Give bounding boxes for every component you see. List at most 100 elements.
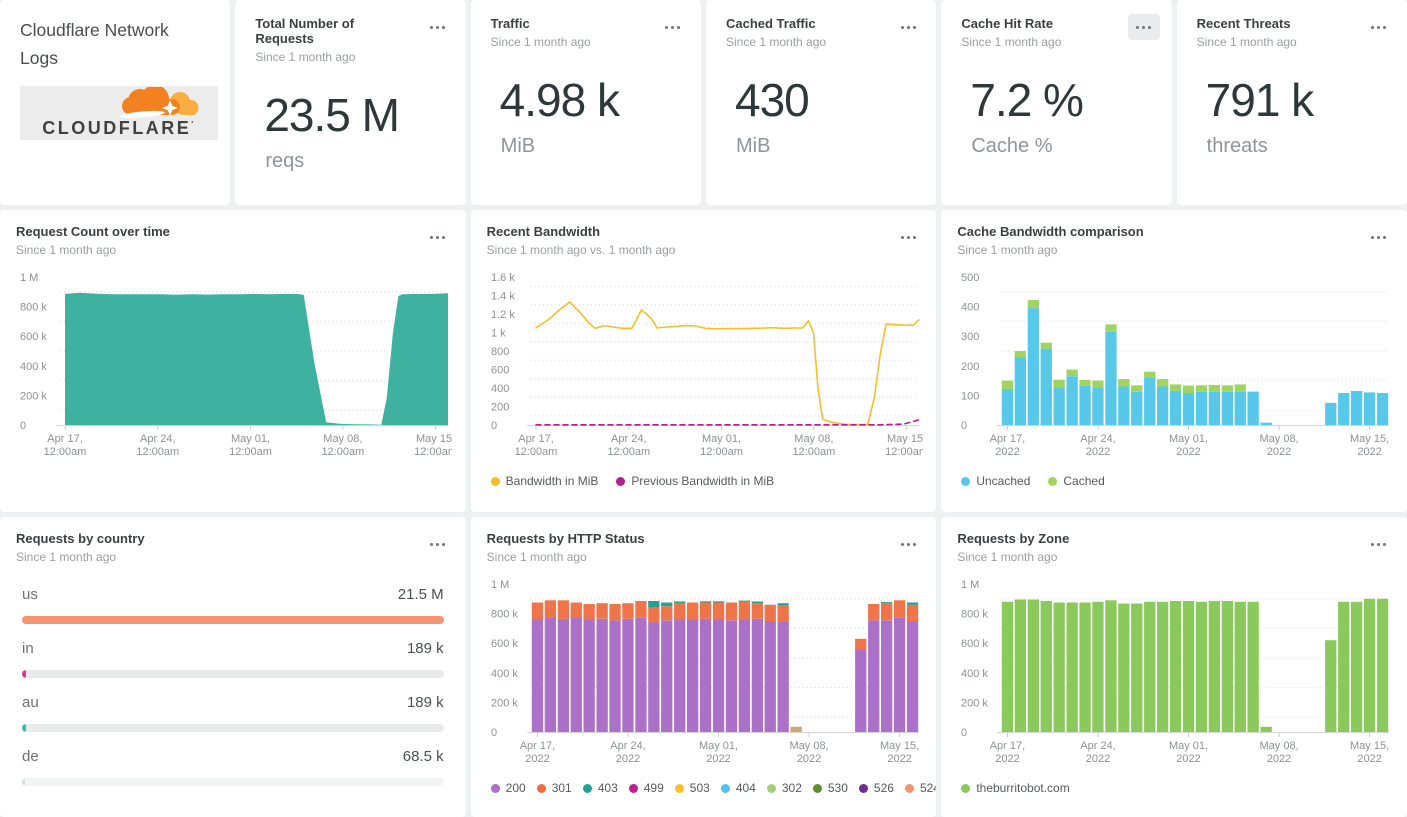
country-value: 189 k: [406, 640, 444, 657]
menu-button[interactable]: [422, 14, 454, 40]
requests-by-http-status-svg: 0200 k400 k600 k800 k1 MApr 17,2022Apr 2…: [491, 579, 919, 765]
svg-text:May 01,: May 01,: [231, 433, 270, 445]
country-bar-track: [22, 778, 444, 786]
legend-dot-icon: [812, 783, 822, 793]
cloudflare-cloud-icon: [119, 86, 199, 118]
svg-text:2022: 2022: [796, 753, 820, 765]
legend-dot-icon: [490, 476, 500, 486]
svg-text:May 08,: May 08,: [794, 433, 833, 445]
svg-text:1.6 k: 1.6 k: [491, 272, 515, 284]
menu-button[interactable]: [892, 14, 924, 40]
svg-text:2022: 2022: [996, 753, 1020, 765]
svg-text:400 k: 400 k: [961, 668, 988, 680]
page-title: Cloudflare Network Logs: [20, 20, 169, 69]
chart-title: Requests by country: [16, 531, 145, 546]
country-row-in: in 189 k: [22, 640, 444, 678]
stat-unit: Cache %: [971, 135, 1053, 157]
legend-item-bandwidth-in-mib[interactable]: Bandwidth in MiB: [490, 474, 598, 488]
legend-item-530[interactable]: 530: [812, 781, 848, 795]
svg-text:Apr 17,: Apr 17,: [990, 740, 1025, 752]
svg-text:May 15,: May 15,: [1350, 740, 1389, 752]
country-row-de: de 68.5 k: [22, 748, 444, 786]
svg-text:600: 600: [491, 365, 509, 377]
svg-text:12:00am: 12:00am: [514, 446, 557, 458]
legend-dot-icon: [628, 783, 638, 793]
menu-button[interactable]: [422, 224, 454, 250]
legend-item-uncached[interactable]: Uncached: [961, 474, 1030, 488]
legend-label: Previous Bandwidth in MiB: [631, 474, 775, 488]
legend-item-200[interactable]: 200: [490, 781, 526, 795]
legend-dot-icon: [961, 783, 971, 793]
chart-title: Requests by HTTP Status: [486, 531, 645, 546]
svg-text:2022: 2022: [1086, 753, 1110, 765]
legend-item-theburritobot-com[interactable]: theburritobot.com: [961, 781, 1070, 795]
recent-bandwidth-chart[interactable]: 0 200 400 600 800 1 k 1.2 k 1.4 k 1.6 k Apr 17, 12…: [487, 265, 928, 470]
country-label: us: [22, 586, 38, 603]
menu-button[interactable]: [892, 224, 924, 250]
legend-label: Uncached: [976, 474, 1031, 488]
svg-text:2022: 2022: [706, 753, 730, 765]
chart-card-request-count: Request Count over time Since 1 month ag…: [0, 210, 466, 512]
legend-item-404[interactable]: 404: [720, 781, 756, 795]
svg-text:100: 100: [961, 390, 979, 402]
legend-label: 524: [919, 781, 936, 795]
request-count-chart[interactable]: 0 200 k 400 k 600 k 800 k1 M Apr 17, 12:00am Ap…: [16, 265, 457, 470]
svg-text:1.2 k: 1.2 k: [491, 309, 515, 321]
svg-text:1 M: 1 M: [20, 272, 38, 284]
legend-item-503[interactable]: 503: [674, 781, 710, 795]
requests-by-zone-legend: theburritobot.com: [961, 781, 1391, 795]
brand-card: Cloudflare Network Logs CLOUDFLARE': [0, 0, 231, 205]
svg-text:Apr 24,: Apr 24,: [610, 740, 645, 752]
legend-item-cached[interactable]: Cached: [1048, 474, 1105, 488]
svg-text:500: 500: [961, 272, 979, 284]
country-row-us: us 21.5 M: [22, 586, 444, 624]
stat-subtitle: Since 1 month ago: [725, 35, 827, 49]
svg-text:2022: 2022: [1267, 753, 1291, 765]
svg-text:0: 0: [20, 420, 26, 432]
legend-item-526[interactable]: 526: [858, 781, 894, 795]
stat-value: 430: [734, 74, 810, 126]
svg-text:0: 0: [961, 420, 967, 432]
legend-item-499[interactable]: 499: [628, 781, 664, 795]
chart-subtitle: Since 1 month ago: [957, 243, 1058, 257]
menu-button[interactable]: [657, 14, 689, 40]
menu-button[interactable]: [1363, 14, 1395, 40]
menu-button[interactable]: [422, 531, 454, 557]
country-label: au: [22, 694, 39, 711]
stat-title: Cache Hit Rate: [961, 16, 1054, 31]
svg-text:800 k: 800 k: [491, 609, 518, 621]
svg-text:12:00am: 12:00am: [136, 446, 179, 458]
legend-dot-icon: [961, 476, 971, 486]
stat-title: Total Number of Requests: [255, 16, 355, 46]
cache-bandwidth-chart[interactable]: 0 100 200 300 400 500 Apr 17, 2022 Apr 24, 2022 Ma…: [957, 265, 1391, 470]
legend-dot-icon: [1048, 476, 1058, 486]
svg-text:May 01,: May 01,: [702, 433, 741, 445]
legend-item-524[interactable]: 524: [904, 781, 936, 795]
svg-text:2022: 2022: [1177, 446, 1201, 458]
menu-button[interactable]: [1363, 224, 1395, 250]
svg-text:May 08,: May 08,: [1260, 740, 1299, 752]
svg-text:300: 300: [961, 331, 979, 343]
menu-button[interactable]: [892, 531, 924, 557]
legend-item-403[interactable]: 403: [582, 781, 618, 795]
zone-chart[interactable]: 0 200 k 400 k 600 k 800 k1 M Apr 17, 2022 Apr 2…: [957, 572, 1391, 777]
legend-label: 503: [689, 781, 710, 795]
svg-text:600 k: 600 k: [961, 638, 988, 650]
svg-text:12:00am: 12:00am: [414, 446, 452, 458]
recent-bandwidth-legend: Bandwidth in MiB Previous Bandwidth in Mi…: [490, 474, 921, 488]
svg-text:May 08,: May 08,: [789, 740, 828, 752]
svg-text:1.4 k: 1.4 k: [491, 291, 515, 303]
http-status-chart[interactable]: 0 200 k 400 k 600 k 800 k1 M Apr 17, 2022 Apr 2…: [487, 572, 921, 777]
svg-text:May 01,: May 01,: [1169, 433, 1208, 445]
svg-text:2022: 2022: [1086, 446, 1110, 458]
legend-item-302[interactable]: 302: [766, 781, 802, 795]
menu-button[interactable]: [1363, 531, 1395, 557]
cache-bandwidth-comparison-legend: Uncached Cached: [961, 474, 1391, 488]
chart-subtitle: Since 1 month ago: [957, 550, 1058, 564]
menu-button[interactable]: [1127, 14, 1160, 40]
svg-text:Apr 17,: Apr 17,: [518, 433, 553, 445]
legend-item-previous-bandwidth-in-mib[interactable]: Previous Bandwidth in MiB: [616, 474, 774, 488]
svg-text:12:00am: 12:00am: [44, 446, 87, 458]
svg-text:May 15,: May 15,: [416, 433, 452, 445]
legend-item-301[interactable]: 301: [536, 781, 572, 795]
